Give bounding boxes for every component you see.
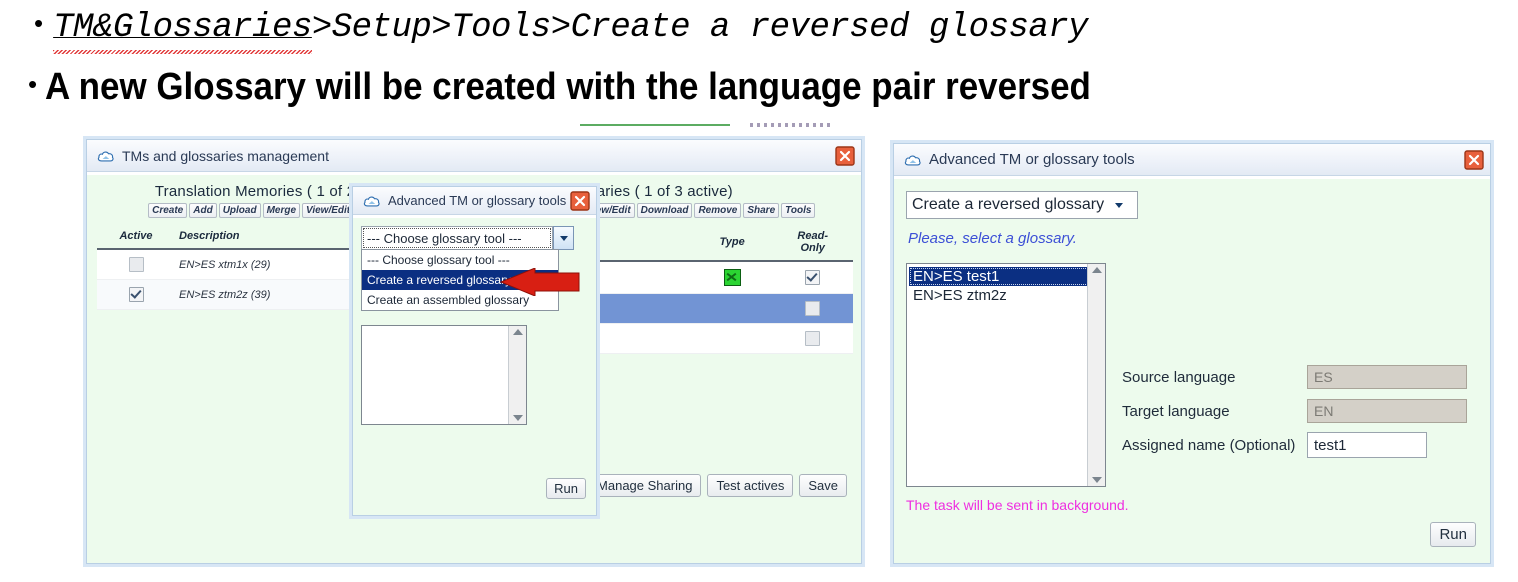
bullet-1-text: TM&Glossaries>Setup>Tools>Create a rever… <box>53 6 1088 50</box>
advanced-tools-dialog-right: Advanced TM or glossary tools Create a r… <box>893 143 1491 564</box>
list-item[interactable]: EN>ES test1 <box>909 267 1103 286</box>
bullet-marker-2: • <box>28 64 37 104</box>
glossary-col-readonly-line2: Only <box>800 242 824 254</box>
bullet-1-link[interactable]: TM&Glossaries <box>53 6 312 50</box>
advanced-tools-dialog-left: Advanced TM or glossary tools --- Choose… <box>352 186 597 516</box>
assigned-name-label: Assigned name (Optional) <box>1122 437 1307 454</box>
adv-left-listbox-scrollbar[interactable] <box>508 326 526 424</box>
tm-col-active: Active <box>97 228 175 249</box>
scroll-up-icon[interactable] <box>513 329 523 335</box>
tm-row-0-active-cell <box>97 249 175 280</box>
close-icon[interactable] <box>1464 150 1484 170</box>
adv-left-titlebar: Advanced TM or glossary tools <box>353 187 596 215</box>
slide-bullets: • TM&Glossaries>Setup>Tools>Create a rev… <box>0 0 1518 110</box>
glossary-row-2-readonly-cell <box>772 324 853 354</box>
manage-sharing-button[interactable]: Manage Sharing <box>588 474 701 497</box>
reversed-glossary-select[interactable]: Create a reversed glossary <box>906 191 1138 219</box>
background-task-note: The task will be sent in background. <box>906 497 1129 513</box>
red-arrow-annotation <box>495 268 580 296</box>
cloud-icon <box>904 153 922 167</box>
save-button[interactable]: Save <box>799 474 847 497</box>
adv-left-listbox[interactable] <box>361 325 527 425</box>
select-glossary-hint: Please, select a glossary. <box>908 230 1077 247</box>
tm-row-0-active-checkbox[interactable] <box>129 257 144 272</box>
artifact-green-line <box>580 124 730 126</box>
glossary-share-button[interactable]: Share <box>743 203 779 218</box>
scroll-down-icon[interactable] <box>513 415 523 421</box>
glossary-remove-button[interactable]: Remove <box>694 203 741 218</box>
target-language-field: EN <box>1307 399 1467 423</box>
source-language-field: ES <box>1307 365 1467 389</box>
bullet-1-path: >Setup>Tools>Create a reversed glossary <box>312 9 1088 47</box>
glossary-col-type: Type <box>692 228 773 261</box>
tm-add-button[interactable]: Add <box>189 203 216 218</box>
glossary-listbox-scrollbar[interactable] <box>1087 264 1105 486</box>
source-language-row: Source language ES <box>1122 365 1467 389</box>
close-icon[interactable] <box>835 146 855 166</box>
test-actives-button[interactable]: Test actives <box>707 474 793 497</box>
bullet-item-1: • TM&Glossaries>Setup>Tools>Create a rev… <box>0 0 1518 50</box>
glossary-row-1-readonly-cell <box>772 294 853 324</box>
bullet-item-2: • A new Glossary will be created with th… <box>0 50 1518 110</box>
adv-left-run-button[interactable]: Run <box>546 478 586 499</box>
adv-left-body: --- Choose glossary tool --- --- Choose … <box>353 215 596 515</box>
glossary-listbox[interactable]: EN>ES test1 EN>ES ztm2z <box>906 263 1106 487</box>
tm-viewedit-button[interactable]: View/Edit <box>302 203 354 218</box>
xls-icon <box>724 269 741 286</box>
glossary-row-2-type-cell <box>692 324 773 354</box>
assigned-name-row: Assigned name (Optional) test1 <box>1122 432 1427 458</box>
glossary-col-readonly: Read- Only <box>772 228 853 261</box>
dropdown-option-choose[interactable]: --- Choose glossary tool --- <box>362 250 558 270</box>
bullet-2-text: A new Glossary will be created with the … <box>45 64 1091 110</box>
glossary-col-readonly-line1: Read- <box>797 230 828 242</box>
glossary-row-0-readonly-checkbox[interactable] <box>805 270 820 285</box>
source-language-label: Source language <box>1122 369 1307 386</box>
tm-merge-button[interactable]: Merge <box>263 203 300 218</box>
glossary-row-1-type-cell <box>692 294 773 324</box>
chevron-down-icon[interactable] <box>553 226 574 250</box>
target-language-row: Target language EN <box>1122 399 1467 423</box>
glossary-tools-button[interactable]: Tools <box>781 203 815 218</box>
tm-upload-button[interactable]: Upload <box>219 203 261 218</box>
right-window-title: Advanced TM or glossary tools <box>929 151 1135 168</box>
right-run-button[interactable]: Run <box>1430 522 1476 547</box>
bullet-marker-1: • <box>34 6 43 40</box>
left-window-titlebar: TMs and glossaries management <box>87 140 861 172</box>
tm-create-button[interactable]: Create <box>148 203 187 218</box>
right-window-titlebar: Advanced TM or glossary tools <box>894 144 1490 176</box>
chevron-down-icon[interactable] <box>1115 203 1123 208</box>
adv-left-title: Advanced TM or glossary tools <box>388 193 566 208</box>
glossary-tool-select[interactable]: --- Choose glossary tool --- <box>361 226 553 250</box>
glossary-row-0-type-cell <box>692 261 773 294</box>
assigned-name-input[interactable]: test1 <box>1307 432 1427 458</box>
scroll-up-icon[interactable] <box>1092 267 1102 273</box>
reversed-glossary-select-value: Create a reversed glossary <box>907 196 1104 214</box>
list-item[interactable]: EN>ES ztm2z <box>909 286 1103 305</box>
left-window-title: TMs and glossaries management <box>122 148 329 164</box>
tm-row-1-active-checkbox[interactable] <box>129 287 144 302</box>
cloud-icon <box>97 149 115 163</box>
artifact-text-remnant <box>750 123 830 127</box>
glossary-row-2-readonly-checkbox[interactable] <box>805 331 820 346</box>
glossary-row-1-readonly-checkbox[interactable] <box>805 301 820 316</box>
right-window-body: Create a reversed glossary Please, selec… <box>894 176 1490 563</box>
cloud-icon <box>363 194 381 208</box>
target-language-label: Target language <box>1122 403 1307 420</box>
tm-row-1-active-cell <box>97 280 175 310</box>
left-window-footer: ? Manage Sharing Test actives Save <box>557 474 847 497</box>
close-icon[interactable] <box>570 191 590 211</box>
scroll-down-icon[interactable] <box>1092 477 1102 483</box>
glossary-download-button[interactable]: Download <box>637 203 693 218</box>
glossary-tool-select-value: --- Choose glossary tool --- <box>362 231 522 246</box>
glossary-row-0-readonly-cell <box>772 261 853 294</box>
